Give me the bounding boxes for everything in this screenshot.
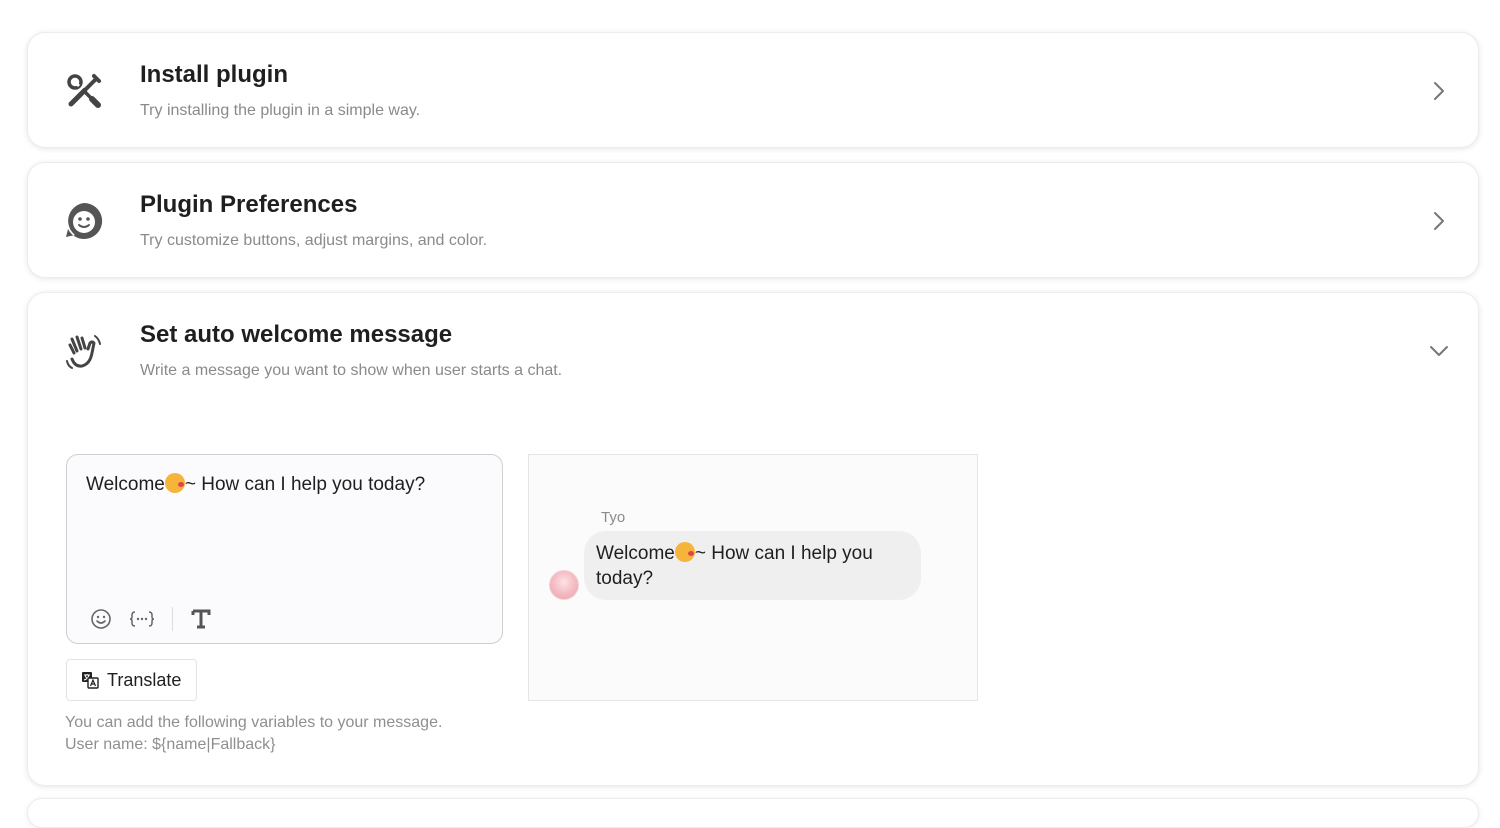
next-card[interactable]: [27, 798, 1479, 828]
welcome-message-input[interactable]: Welcome ~ How can I help you today?: [86, 472, 484, 498]
text-format-icon[interactable]: [189, 607, 213, 631]
welcome-message-card: Set auto welcome message Write a message…: [27, 292, 1479, 786]
plugin-preferences-card[interactable]: Plugin Preferences Try customize buttons…: [27, 162, 1479, 278]
card-title: Install plugin: [140, 61, 288, 88]
card-title: Plugin Preferences: [140, 191, 358, 218]
card-title: Set auto welcome message: [140, 321, 453, 348]
kissing-face-emoji: [164, 473, 185, 493]
variables-help: You can add the following variables to y…: [65, 712, 442, 756]
help-line: You can add the following variables to y…: [65, 714, 443, 731]
toolbar-divider: [172, 607, 173, 631]
variable-icon[interactable]: [128, 607, 156, 631]
tools-icon: [64, 71, 104, 111]
install-plugin-card[interactable]: Install plugin Try installing the plugin…: [27, 32, 1479, 148]
preview-text: Welcome: [596, 543, 675, 564]
chevron-right-icon[interactable]: [1428, 210, 1450, 232]
welcome-message-editor[interactable]: Welcome ~ How can I help you today?: [66, 454, 503, 644]
message-text: ~ How can I help you today?: [184, 474, 426, 495]
emoji-icon[interactable]: [89, 607, 113, 631]
translate-label: Translate: [107, 669, 182, 690]
chevron-right-icon[interactable]: [1428, 80, 1450, 102]
kissing-face-emoji: [674, 542, 695, 562]
card-description: Try installing the plugin in a simple wa…: [140, 102, 421, 119]
message-text: Welcome: [86, 474, 165, 495]
translate-icon: [81, 671, 99, 689]
help-line: User name: ${name|Fallback}: [65, 736, 276, 753]
chat-preview: Tyo Welcome ~ How can I help you today?: [528, 454, 978, 701]
waving-hand-icon: [64, 331, 104, 371]
translate-button[interactable]: Translate: [66, 659, 197, 701]
avatar: [549, 570, 579, 600]
chat-face-icon: [64, 201, 104, 241]
card-description: Write a message you want to show when us…: [140, 362, 563, 379]
message-bubble: Welcome ~ How can I help you today?: [584, 531, 921, 600]
chevron-down-icon[interactable]: [1428, 340, 1450, 362]
card-description: Try customize buttons, adjust margins, a…: [140, 232, 488, 249]
sender-name: Tyo: [601, 509, 626, 526]
